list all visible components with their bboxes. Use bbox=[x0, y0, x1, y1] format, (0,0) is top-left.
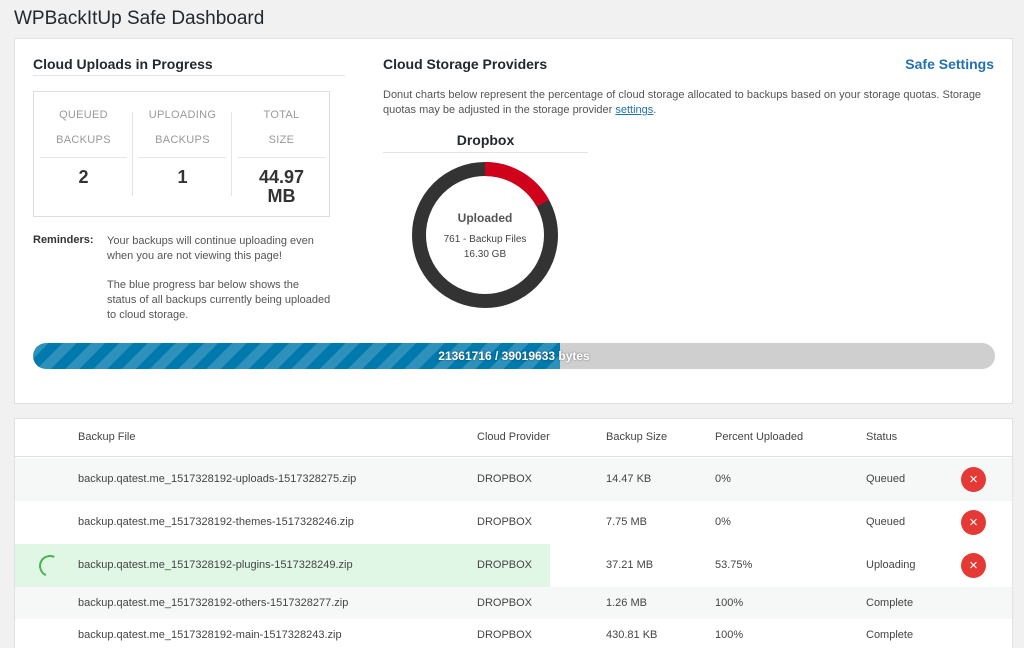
cancel-upload-button[interactable]: × bbox=[961, 467, 986, 492]
stat-label: QUEUED bbox=[59, 109, 108, 121]
cell-backup-file: backup.qatest.me_1517328192-uploads-1517… bbox=[78, 473, 357, 485]
cell-percent-uploaded: 100% bbox=[715, 629, 744, 641]
table-row: backup.qatest.me_1517328192-main-1517328… bbox=[15, 619, 1012, 648]
stat-label: SIZE bbox=[268, 134, 295, 146]
cell-backup-size: 1.26 MB bbox=[606, 597, 647, 609]
donut-center-title: Uploaded bbox=[457, 211, 513, 225]
cell-backup-file: backup.qatest.me_1517328192-plugins-1517… bbox=[78, 559, 353, 571]
upload-stats-box: QUEUED BACKUPS 2 UPLOADING BACKUPS 1 TOT… bbox=[33, 91, 330, 217]
cell-backup-file: backup.qatest.me_1517328192-main-1517328… bbox=[78, 629, 342, 641]
stat-label: BACKUPS bbox=[155, 134, 210, 146]
cell-backup-file: backup.qatest.me_1517328192-others-15173… bbox=[78, 597, 349, 609]
safe-settings-link[interactable]: Safe Settings bbox=[905, 56, 994, 72]
table-row: backup.qatest.me_1517328192-uploads-1517… bbox=[15, 458, 1012, 501]
backup-files-table: Backup File Cloud Provider Backup Size P… bbox=[14, 418, 1013, 648]
stat-value: 2 bbox=[78, 167, 89, 187]
cell-backup-size: 430.81 KB bbox=[606, 629, 658, 641]
close-icon: × bbox=[969, 557, 978, 574]
cell-backup-file: backup.qatest.me_1517328192-themes-15173… bbox=[78, 516, 354, 528]
providers-description: Donut charts below represent the percent… bbox=[383, 88, 983, 118]
upload-progress-text: 21361716 / 39019633 bytes bbox=[438, 349, 590, 363]
reminder-text: Your backups will continue uploading eve… bbox=[107, 235, 314, 262]
provider-name: Dropbox bbox=[456, 132, 515, 148]
stat-label: UPLOADING bbox=[148, 109, 217, 121]
stat-value: 44.97 MB bbox=[258, 167, 305, 206]
cell-cloud-provider: DROPBOX bbox=[477, 559, 533, 571]
table-row: backup.qatest.me_1517328192-others-15173… bbox=[15, 587, 1012, 619]
table-header: Backup File Cloud Provider Backup Size P… bbox=[15, 419, 1012, 457]
header-backup-file: Backup File bbox=[78, 431, 136, 443]
header-status: Status bbox=[866, 431, 898, 443]
header-percent-uploaded: Percent Uploaded bbox=[715, 431, 804, 443]
cell-status: Queued bbox=[866, 473, 906, 485]
stat-total-size: TOTAL SIZE 44.97 MB bbox=[232, 92, 331, 218]
settings-link[interactable]: settings bbox=[615, 104, 653, 116]
cell-status: Queued bbox=[866, 516, 906, 528]
cell-backup-size: 14.47 KB bbox=[606, 473, 652, 485]
cell-percent-uploaded: 0% bbox=[715, 473, 731, 485]
dashboard-summary-panel: Cloud Uploads in Progress QUEUED BACKUPS… bbox=[14, 38, 1013, 404]
stat-value: 1 bbox=[177, 167, 188, 187]
cell-status: Complete bbox=[866, 597, 914, 609]
cancel-upload-button[interactable]: × bbox=[961, 510, 986, 535]
close-icon: × bbox=[969, 514, 978, 531]
providers-description-text: Donut charts below represent the percent… bbox=[383, 89, 982, 116]
cell-percent-uploaded: 0% bbox=[715, 516, 731, 528]
cell-cloud-provider: DROPBOX bbox=[477, 597, 533, 609]
cell-cloud-provider: DROPBOX bbox=[477, 516, 533, 528]
table-row: backup.qatest.me_1517328192-plugins-1517… bbox=[15, 544, 1012, 587]
table-row: backup.qatest.me_1517328192-themes-15173… bbox=[15, 501, 1012, 544]
uploads-heading: Cloud Uploads in Progress bbox=[33, 56, 213, 72]
cell-backup-size: 7.75 MB bbox=[606, 516, 647, 528]
donut-size: 16.30 GB bbox=[463, 249, 507, 260]
provider-divider bbox=[383, 152, 588, 153]
stat-uploading-backups: UPLOADING BACKUPS 1 bbox=[133, 92, 232, 218]
uploads-heading-divider bbox=[33, 75, 345, 76]
stat-label: TOTAL bbox=[263, 109, 300, 121]
cancel-upload-button[interactable]: × bbox=[961, 553, 986, 578]
cell-percent-uploaded: 100% bbox=[715, 597, 744, 609]
page-title: WPBackItUp Safe Dashboard bbox=[14, 8, 265, 29]
cell-cloud-provider: DROPBOX bbox=[477, 629, 533, 641]
reminders-label: Reminders: bbox=[33, 234, 94, 246]
reminder-text: The blue progress bar below shows the st… bbox=[107, 279, 331, 321]
cell-percent-uploaded: 53.75% bbox=[715, 559, 753, 571]
close-icon: × bbox=[969, 471, 978, 488]
stat-label: BACKUPS bbox=[56, 134, 111, 146]
stat-divider bbox=[238, 157, 325, 158]
providers-description-end: . bbox=[653, 104, 657, 116]
header-backup-size: Backup Size bbox=[606, 431, 668, 443]
providers-heading: Cloud Storage Providers bbox=[383, 56, 548, 72]
cell-status: Complete bbox=[866, 629, 914, 641]
header-cloud-provider: Cloud Provider bbox=[477, 431, 550, 443]
stat-divider bbox=[139, 157, 226, 158]
cell-cloud-provider: DROPBOX bbox=[477, 473, 533, 485]
upload-progress-bar: 21361716 / 39019633 bytes bbox=[33, 343, 995, 369]
donut-files-count: 761 - Backup Files bbox=[443, 234, 527, 245]
stat-queued-backups: QUEUED BACKUPS 2 bbox=[34, 92, 133, 218]
cell-status: Uploading bbox=[866, 559, 916, 571]
cell-backup-size: 37.21 MB bbox=[606, 559, 654, 571]
stat-divider bbox=[40, 157, 127, 158]
